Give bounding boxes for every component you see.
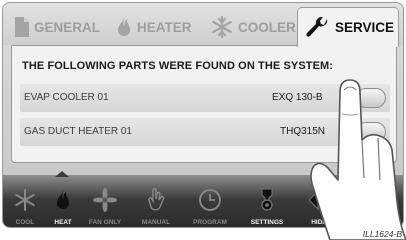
mode-manual-button[interactable]: MANUAL [131,175,181,227]
tab-label: COOLER [238,19,296,35]
mode-settings-button[interactable]: SETTINGS [239,175,295,227]
hand-icon [147,184,165,216]
mode-label: PROGRAM [193,219,227,226]
tab-label: HEATER [137,19,192,35]
mode-cool-button[interactable]: COOL [5,175,45,227]
snowflake-icon [14,184,36,216]
flame-icon [55,184,71,216]
mode-label: FAN ONLY [88,219,122,226]
mode-fan-button[interactable]: FAN ONLY [77,175,133,227]
parts-heading: THE FOLLOWING PARTS WERE FOUND ON THE SY… [22,60,334,72]
active-mode-indicator [55,171,69,177]
mode-label: HEAT [54,219,72,226]
tab-service[interactable]: SERVICE [297,7,399,47]
mode-program-button[interactable]: PROGRAM [181,175,239,227]
part-name: GAS DUCT HEATER 01 [24,126,132,137]
snowflake-icon [211,16,233,38]
part-name: EVAP COOLER 01 [24,92,109,103]
document-icon [15,17,29,37]
wrench-icon [306,16,330,40]
tab-cooler[interactable]: COOLER [211,11,296,43]
tab-bar: GENERAL HEATER COOLER SERVICE [3,3,403,47]
illustration-code: ILL1624-B [362,229,402,239]
flame-icon [116,16,132,38]
tab-label: SERVICE [335,20,395,35]
gear-icon [256,184,278,216]
mode-label: MANUAL [141,219,171,226]
mode-label: COOL [15,219,35,226]
fan-icon [93,184,117,216]
tab-heater[interactable]: HEATER [116,11,192,43]
tab-label: GENERAL [34,19,101,35]
clock-icon [198,184,222,216]
mode-label: SETTINGS [250,219,284,226]
pointing-hand-illustration [310,79,406,240]
tab-general[interactable]: GENERAL [15,11,100,43]
